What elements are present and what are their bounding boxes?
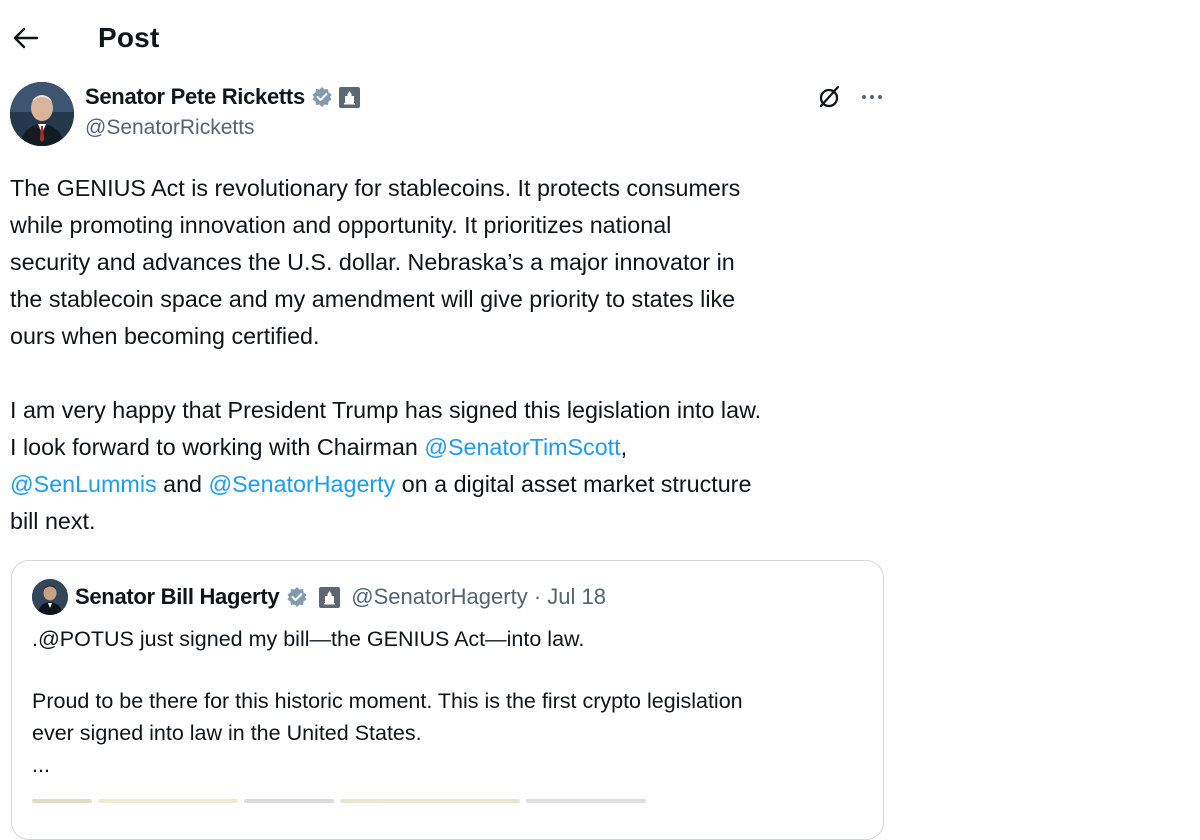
- quoted-line: ...: [32, 753, 50, 777]
- avatar-image: [10, 82, 74, 146]
- post-author: Senator Pete Ricketts @SenatorRicketts: [10, 82, 890, 148]
- post-line: bill next.: [10, 508, 96, 534]
- page-title: Post: [98, 22, 160, 53]
- government-badge-icon[interactable]: [319, 586, 341, 608]
- arrow-left-icon: [13, 27, 39, 49]
- government-badge-icon[interactable]: [338, 86, 360, 108]
- quoted-line: Proud to be there for this historic mome…: [32, 689, 743, 713]
- quoted-post-text: .@POTUS just signed my bill—the GENIUS A…: [32, 623, 872, 781]
- post-actions: [816, 84, 884, 110]
- capitol-glyph: [324, 590, 336, 604]
- quoted-handle-date[interactable]: @SenatorHagerty · Jul 18: [351, 584, 606, 610]
- post-line: I look forward to working with Chairman …: [10, 429, 890, 466]
- post-text-segment: I look forward to working with Chairman: [10, 434, 425, 460]
- avatar-image: [32, 579, 68, 615]
- verified-badge-icon[interactable]: [286, 586, 308, 608]
- quoted-author-name[interactable]: Senator Bill Hagerty: [75, 584, 280, 610]
- top-bar: Post: [0, 0, 900, 78]
- author-handle[interactable]: @SenatorRicketts: [85, 116, 255, 140]
- quoted-post[interactable]: Senator Bill Hagerty @SenatorHagerty · J…: [11, 560, 884, 840]
- post-line: ours when becoming certified.: [10, 323, 320, 349]
- mention-link-senatorhagerty[interactable]: @SenatorHagerty: [208, 471, 395, 497]
- post-line: the stablecoin space and my amendment wi…: [10, 286, 736, 312]
- mention-link-senlummis[interactable]: @SenLummis: [10, 471, 157, 497]
- post-line: while promoting innovation and opportuni…: [10, 212, 672, 238]
- post-line: I am very happy that President Trump has…: [10, 397, 762, 423]
- author-name[interactable]: Senator Pete Ricketts: [85, 84, 305, 110]
- quoted-post-header: Senator Bill Hagerty @SenatorHagerty · J…: [32, 579, 606, 615]
- post-text-segment: ,: [620, 434, 628, 460]
- author-avatar[interactable]: [10, 82, 74, 146]
- post-line: The GENIUS Act is revolutionary for stab…: [10, 175, 741, 201]
- quoted-line: .@POTUS just signed my bill—the GENIUS A…: [32, 627, 585, 651]
- quoted-author-avatar[interactable]: [32, 579, 68, 615]
- post-text-segment: and: [156, 471, 209, 497]
- capitol-glyph: [343, 90, 355, 104]
- more-options-icon[interactable]: [860, 93, 884, 101]
- post-line: security and advances the U.S. dollar. N…: [10, 249, 735, 275]
- quoted-line: ever signed into law in the United State…: [32, 721, 422, 745]
- back-button[interactable]: [8, 20, 44, 56]
- post-text-segment: on a digital asset market structure: [395, 471, 752, 497]
- verified-badge-icon[interactable]: [311, 86, 333, 108]
- post-line: @SenLummis and @SenatorHagerty on a digi…: [10, 466, 890, 503]
- mention-link-senatortimscott[interactable]: @SenatorTimScott: [424, 434, 620, 460]
- grok-icon[interactable]: [816, 84, 842, 110]
- post-text: The GENIUS Act is revolutionary for stab…: [10, 170, 890, 540]
- author-name-line: Senator Pete Ricketts: [85, 84, 360, 110]
- quoted-media-preview[interactable]: [32, 793, 862, 805]
